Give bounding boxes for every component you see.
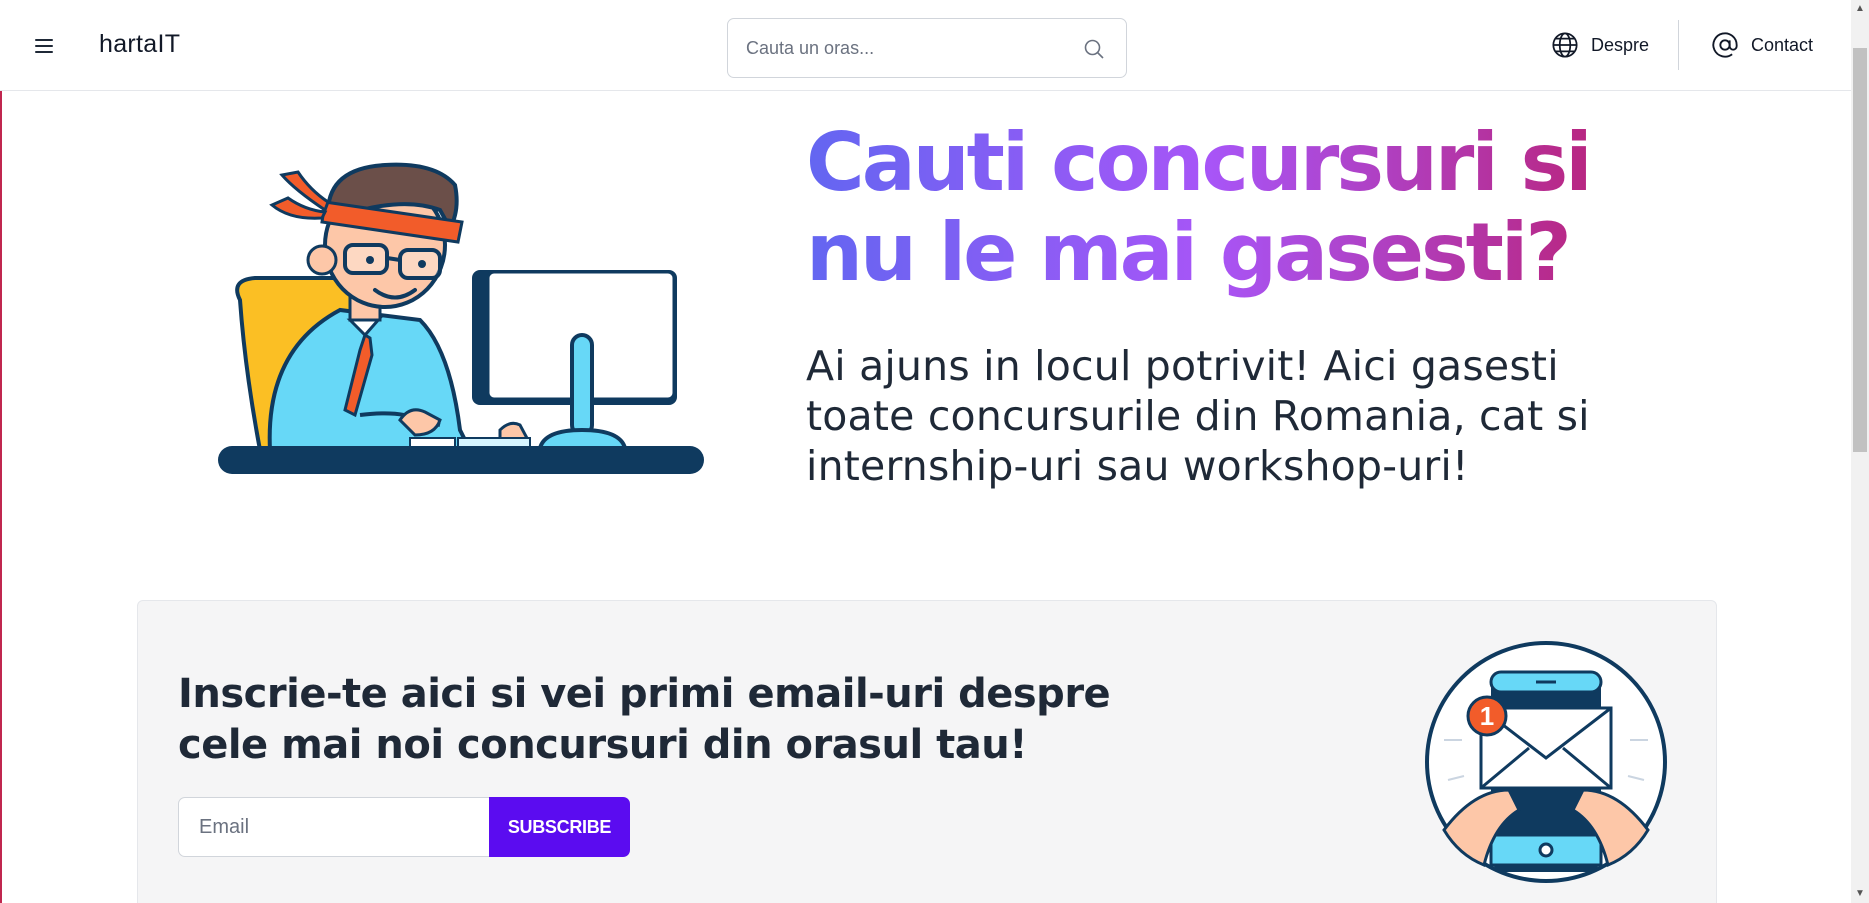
hero-title: Cauti concursuri si nu le mai gasesti?	[806, 118, 1706, 298]
window-edge	[0, 0, 2, 903]
at-sign-icon	[1712, 32, 1738, 58]
nav-contact-label: Contact	[1751, 34, 1814, 55]
hero-title-line-2: nu le mai gasesti?	[806, 206, 1569, 299]
globe-icon	[1552, 32, 1578, 58]
nav-contact[interactable]: Contact	[1711, 27, 1813, 63]
hero-subtitle-line-3: internship-uri sau workshop-uri!	[806, 442, 1469, 490]
newsletter-title-line-2: cele mai noi concursuri din orasul tau!	[178, 722, 1027, 768]
developer-at-computer-illustration	[218, 162, 704, 474]
hero-title-line-1: Cauti concursuri si	[806, 116, 1590, 209]
newsletter-title-line-1: Inscrie-te aici si vei primi email-uri d…	[178, 671, 1111, 717]
notification-count-badge: 1	[1480, 701, 1494, 731]
search-icon[interactable]	[1082, 37, 1106, 61]
scrollbar-thumb[interactable]	[1853, 48, 1867, 452]
brand-logo[interactable]: hartaIT	[99, 30, 180, 59]
nav-divider	[1678, 20, 1679, 70]
scroll-down-arrow-icon[interactable]: ▼	[1851, 885, 1869, 903]
top-navbar: hartaIT Despre Contact	[0, 0, 1851, 91]
newsletter-panel: Inscrie-te aici si vei primi email-uri d…	[137, 600, 1717, 903]
hero-subtitle-line-2: toate concursurile din Romania, cat si	[806, 392, 1590, 440]
hamburger-menu-icon[interactable]	[30, 33, 58, 59]
phone-email-notification-illustration: 1	[1425, 641, 1667, 883]
nav-despre[interactable]: Despre	[1551, 27, 1649, 63]
nav-despre-label: Despre	[1591, 34, 1650, 55]
city-search-input[interactable]	[746, 19, 1066, 77]
newsletter-title: Inscrie-te aici si vei primi email-uri d…	[178, 669, 1138, 771]
hero-subtitle: Ai ajuns in locul potrivit! Aici gasesti…	[806, 341, 1666, 491]
hero-subtitle-line-1: Ai ajuns in locul potrivit! Aici gasesti	[806, 342, 1559, 390]
city-search-box	[727, 18, 1127, 78]
email-input[interactable]	[178, 797, 490, 857]
subscribe-button[interactable]: SUBSCRIBE	[489, 797, 630, 857]
scroll-up-arrow-icon[interactable]: ▲	[1851, 0, 1869, 18]
page-scrollbar[interactable]: ▲ ▼	[1851, 0, 1869, 903]
